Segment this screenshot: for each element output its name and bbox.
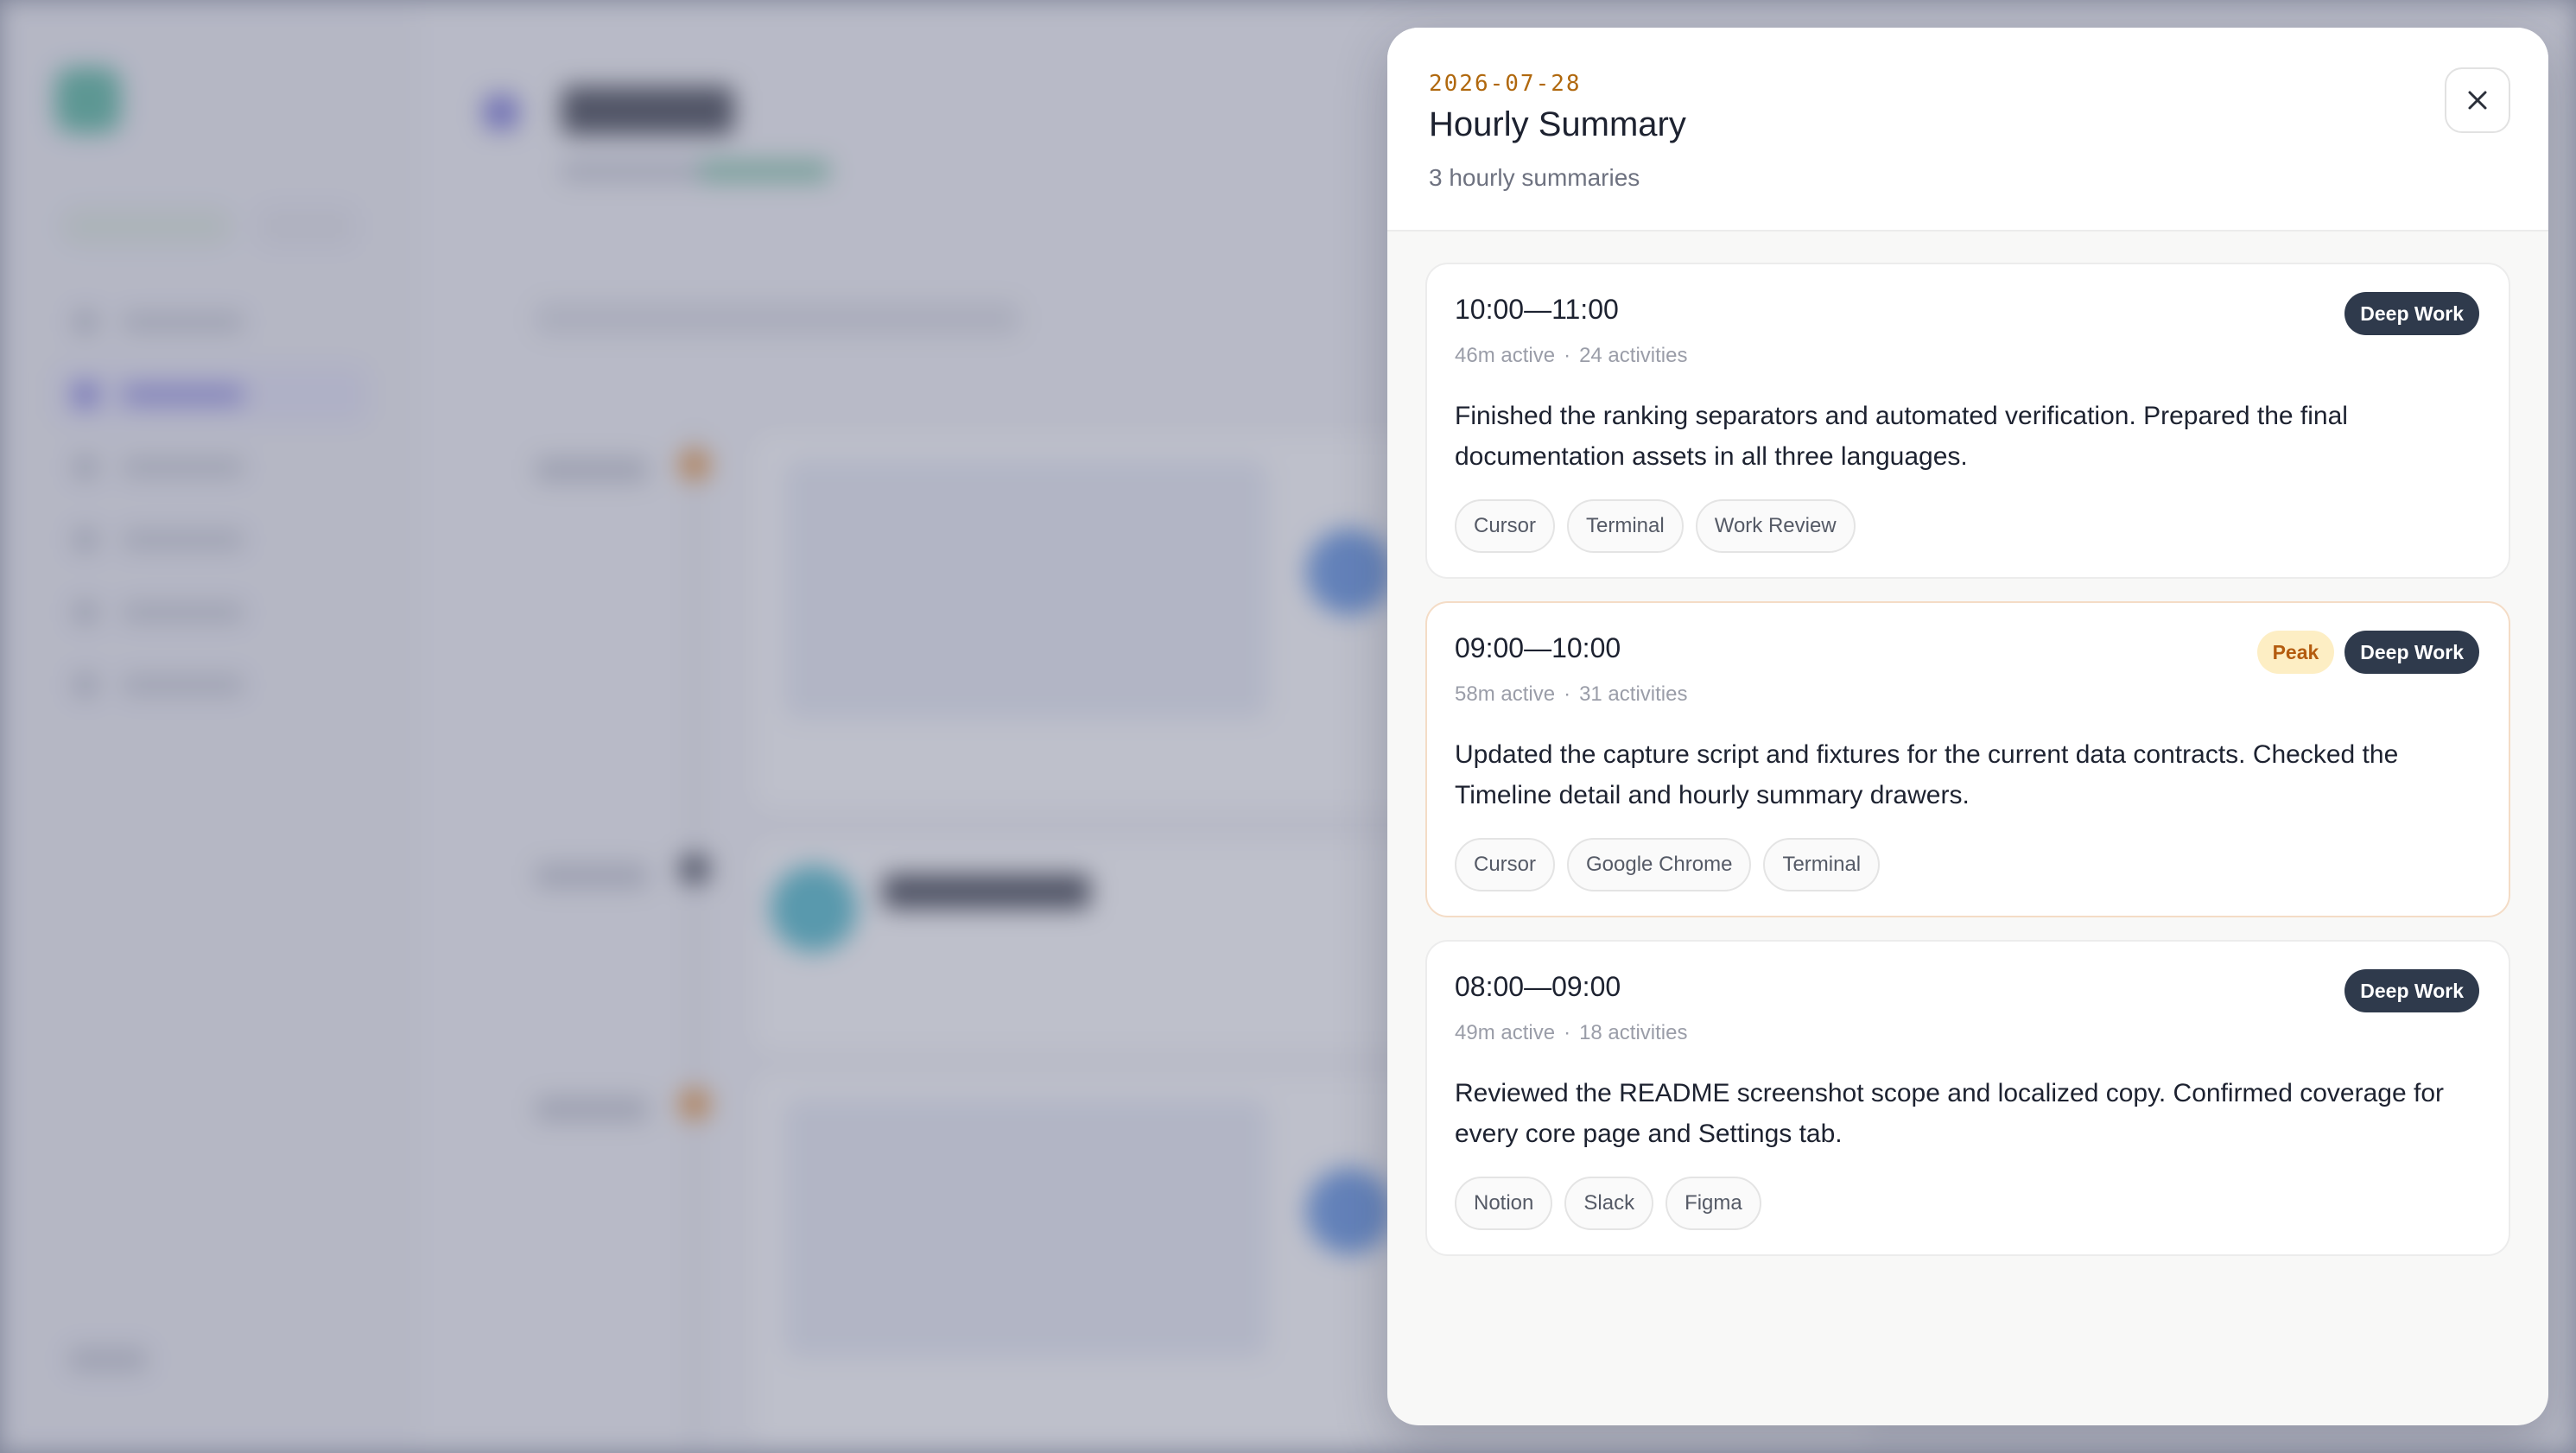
summary-count: 3 hourly summaries bbox=[1429, 164, 1640, 191]
drawer-date: 2026-07-28 bbox=[1429, 71, 1582, 97]
app-tags: Cursor Google Chrome Terminal bbox=[1455, 838, 1881, 891]
peak-badge: Peak bbox=[2256, 631, 2335, 674]
app-tag: Figma bbox=[1666, 1177, 1761, 1230]
summary-text: Reviewed the README screenshot scope and… bbox=[1455, 1079, 2445, 1148]
app-tag: Cursor bbox=[1455, 838, 1556, 891]
summary-meta: 49m active · 18 activities bbox=[1455, 1021, 1687, 1045]
app-tag: Notion bbox=[1455, 1177, 1553, 1230]
hourly-summary-drawer: 2026-07-28 Hourly Summary 3 hourly summa… bbox=[1387, 28, 2548, 1425]
summary-text: Finished the ranking separators and auto… bbox=[1455, 402, 2348, 471]
activity-count: 18 activities bbox=[1579, 1021, 1688, 1044]
summary-badges: Deep Work bbox=[2344, 969, 2479, 1012]
drawer-title: Hourly Summary bbox=[1429, 105, 1686, 143]
app-tag: Terminal bbox=[1763, 838, 1881, 891]
meta-separator: · bbox=[1564, 682, 1571, 706]
summary-text: Updated the capture script and fixtures … bbox=[1455, 740, 2399, 809]
category-badge: Deep Work bbox=[2344, 969, 2479, 1012]
meta-separator: · bbox=[1564, 344, 1571, 367]
summary-meta: 58m active · 31 activities bbox=[1455, 682, 1687, 707]
app-tag: Google Chrome bbox=[1567, 838, 1752, 891]
app-tag: Terminal bbox=[1567, 499, 1684, 553]
activity-count: 31 activities bbox=[1579, 682, 1688, 706]
close-icon bbox=[2468, 91, 2487, 110]
active-time: 58m active bbox=[1455, 682, 1556, 706]
close-button[interactable] bbox=[2445, 67, 2510, 133]
category-badge: Deep Work bbox=[2344, 292, 2479, 335]
summary-badges: Deep Work bbox=[2344, 292, 2479, 335]
active-time: 46m active bbox=[1455, 344, 1556, 367]
app-tag: Slack bbox=[1564, 1177, 1654, 1230]
drawer-header: 2026-07-28 Hourly Summary 3 hourly summa… bbox=[1387, 28, 2548, 232]
app-tag: Work Review bbox=[1695, 499, 1856, 553]
summary-time-range: 09:00—10:00 bbox=[1455, 632, 1621, 663]
meta-separator: · bbox=[1564, 1021, 1571, 1044]
hourly-summary-card[interactable]: 08:00—09:00 Deep Work 49m active · 18 acti… bbox=[1425, 940, 2510, 1256]
active-time: 49m active bbox=[1455, 1021, 1556, 1044]
summary-time-range: 10:00—11:00 bbox=[1455, 294, 1619, 325]
app-tag: Cursor bbox=[1455, 499, 1556, 553]
app-tags: Notion Slack Figma bbox=[1455, 1177, 1761, 1230]
category-badge: Deep Work bbox=[2344, 631, 2479, 674]
summary-badges: Peak Deep Work bbox=[2256, 631, 2479, 674]
activity-count: 24 activities bbox=[1579, 344, 1688, 367]
app-tags: Cursor Terminal Work Review bbox=[1455, 499, 1856, 553]
hourly-summary-card[interactable]: 09:00—10:00 Peak Deep Work 58m active · 31… bbox=[1425, 601, 2510, 917]
hourly-summary-card[interactable]: 10:00—11:00 Deep Work 46m active · 24 acti… bbox=[1425, 263, 2510, 579]
summary-time-range: 08:00—09:00 bbox=[1455, 971, 1621, 1002]
summary-meta: 46m active · 24 activities bbox=[1455, 344, 1687, 368]
